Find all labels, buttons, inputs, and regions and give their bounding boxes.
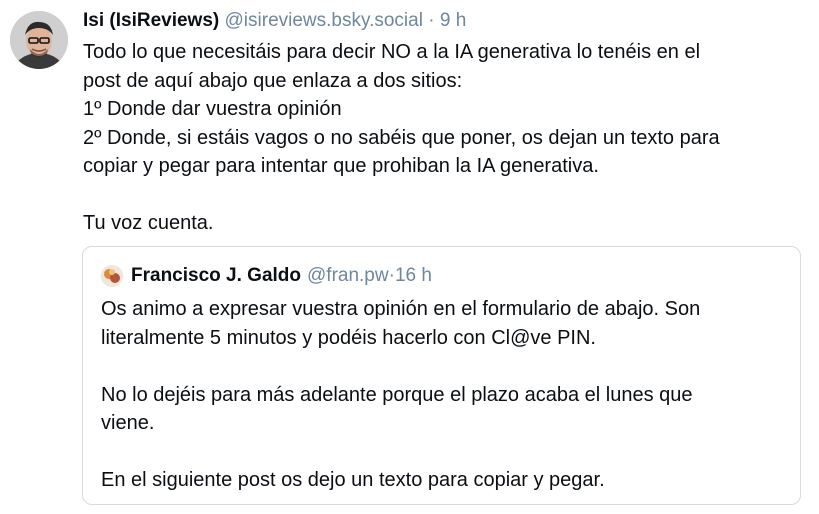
quoted-text-line: viene. — [101, 412, 155, 434]
post[interactable]: Isi (IsiReviews) @isireviews.bsky.social… — [0, 0, 819, 514]
author-name[interactable]: Isi (IsiReviews) — [83, 10, 219, 31]
author-handle[interactable]: @isireviews.bsky.social — [225, 10, 423, 31]
post-text-line: post de aquí abajo que enlaza a dos siti… — [83, 69, 463, 92]
quoted-text-line — [101, 352, 791, 381]
header-separator: · — [428, 10, 440, 31]
quoted-text-line: En el siguiente post os dejo un texto pa… — [101, 469, 605, 491]
post-content: Isi (IsiReviews) @isireviews.bsky.social… — [83, 8, 805, 238]
post-text-line: Todo lo que necesitáis para decir NO a l… — [83, 41, 701, 63]
quoted-author-name[interactable]: Francisco J. Galdo — [131, 263, 301, 289]
post-text-line: 1º Donde dar vuestra opinión — [83, 98, 342, 120]
post-timestamp[interactable]: 9 h — [440, 10, 466, 31]
post-header: Isi (IsiReviews) @isireviews.bsky.social… — [83, 8, 805, 34]
quoted-author-avatar[interactable] — [101, 265, 123, 287]
post-text-line: copiar y pegar para intentar que prohiba… — [83, 155, 599, 177]
author-avatar[interactable] — [10, 11, 68, 69]
quoted-avatar-icon — [101, 265, 123, 287]
post-text: Todo lo que necesitáis para decir NO a l… — [83, 38, 805, 238]
post-text-line: 2º Donde, si estáis vagos o no sabéis qu… — [83, 126, 720, 149]
post-text-line — [83, 181, 805, 210]
quoted-text-line: Os animo a expresar vuestra opinión en e… — [101, 298, 701, 320]
quoted-post-text: Os animo a expresar vuestra opinión en e… — [101, 295, 791, 495]
quoted-post-timestamp[interactable]: 16 h — [395, 263, 432, 289]
quoted-text-line: literalmente 5 minutos y podéis hacerlo … — [101, 326, 596, 349]
post-text-line: Tu voz cuenta. — [83, 212, 214, 234]
quoted-post-header: Francisco J. Galdo @fran.pw · 16 h — [101, 263, 432, 289]
quoted-post[interactable]: Francisco J. Galdo @fran.pw · 16 h Os an… — [82, 246, 801, 505]
quoted-text-line: No lo dejéis para más adelante porque el… — [101, 383, 693, 406]
quoted-author-handle[interactable]: @fran.pw — [307, 263, 389, 289]
quoted-text-line — [101, 438, 791, 467]
avatar-photo-icon — [10, 11, 68, 69]
